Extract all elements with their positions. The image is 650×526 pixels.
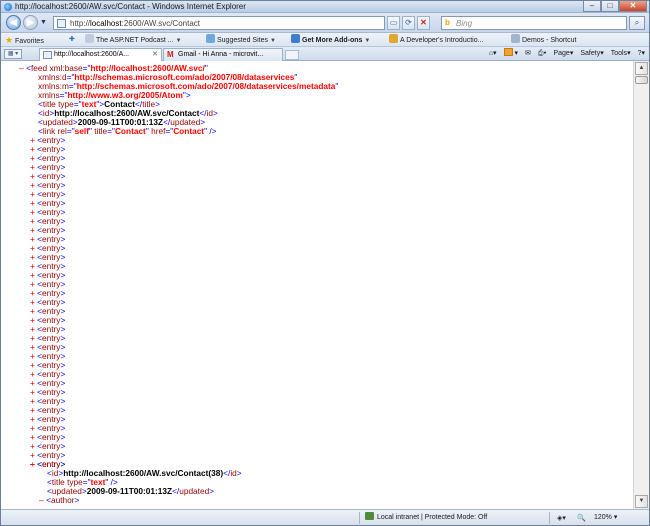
zoom-page-icon[interactable]: 🔍 xyxy=(577,511,586,526)
address-tools: ▭ ⟳ ✕ xyxy=(387,16,430,30)
safety-menu[interactable]: Safety▾ xyxy=(580,48,603,60)
search-placeholder: Bing xyxy=(456,19,473,28)
zoom-level[interactable]: 120% ▾ xyxy=(594,510,617,525)
podcast-icon xyxy=(85,34,94,43)
protected-mode-icon[interactable]: ◈▾ xyxy=(557,511,566,526)
quick-tabs-icon[interactable]: ▦ ▾ xyxy=(4,49,22,59)
scroll-up-icon[interactable]: ▲ xyxy=(635,62,648,75)
search-field[interactable]: b Bing xyxy=(441,16,627,30)
favorite-item-suggested-sites[interactable]: Suggested Sites ▼ xyxy=(206,34,276,46)
tools-menu[interactable]: Tools▾ xyxy=(611,48,631,60)
maximize-button[interactable]: □ xyxy=(601,1,619,12)
scroll-down-icon[interactable]: ▼ xyxy=(635,495,648,508)
vertical-scrollbar[interactable]: ▲ ▼ xyxy=(633,61,649,509)
status-divider xyxy=(549,512,550,524)
collapse-toggle[interactable]: – xyxy=(39,496,44,505)
close-button[interactable]: ✕ xyxy=(619,1,647,12)
add-favorites-icon[interactable]: ✚ xyxy=(69,34,75,46)
favorite-item-asp-net-podcast[interactable]: The ASP.NET Podcast ... ▼ xyxy=(85,34,182,46)
security-zone[interactable]: Local intranet | Protected Mode: Off xyxy=(365,510,487,525)
favorite-item-demos-shortcut[interactable]: Demos - Shortcut xyxy=(511,34,576,46)
close-tab-icon[interactable]: ✕ xyxy=(152,49,158,61)
collapse-toggle[interactable]: – xyxy=(30,460,35,469)
page-menu[interactable]: Page▾ xyxy=(553,48,573,60)
addons-icon xyxy=(291,34,300,43)
minimize-button[interactable]: – xyxy=(583,1,601,12)
command-bar: ⌂▾ ▾ ✉ ⎙▾ Page▾ Safety▾ Tools▾ ?▾ xyxy=(489,48,645,60)
bing-icon: b xyxy=(445,18,450,27)
stop-icon[interactable]: ✕ xyxy=(417,16,430,30)
favorite-item-get-more-addons[interactable]: Get More Add-ons ▼ xyxy=(291,34,370,46)
local-intranet-icon xyxy=(365,512,374,520)
tab-gmail[interactable]: M Gmail - Hi Anna - microvit... xyxy=(163,48,283,61)
home-icon[interactable]: ⌂▾ xyxy=(489,48,497,60)
page-content: – <feed xml:base="http://localhost:2600/… xyxy=(1,61,633,509)
suggested-sites-icon xyxy=(206,34,215,43)
ie-logo-icon xyxy=(4,3,12,11)
entry-author-tag: – <author> xyxy=(39,495,80,506)
title-bar: http://localhost:2600/AW.svc/Contact - W… xyxy=(1,1,649,13)
address-text: http://localhost:2600/AW.svc/Contact xyxy=(70,19,200,28)
favorites-button[interactable]: ★ Favorites xyxy=(5,34,44,46)
browser-window: http://localhost:2600/AW.svc/Contact - W… xyxy=(0,0,650,526)
favorite-item-developers-intro[interactable]: A Developer's Introductio... xyxy=(389,34,483,46)
window-title: http://localhost:2600/AW.svc/Contact - W… xyxy=(15,2,246,11)
window-controls: – □ ✕ xyxy=(583,1,647,12)
search-button[interactable]: ⌕ xyxy=(629,16,645,30)
collapse-toggle[interactable]: – xyxy=(19,64,24,73)
scroll-thumb[interactable] xyxy=(635,76,648,84)
tab-bar: ▦ ▾ http://localhost:2600/A... ✕ M Gmail… xyxy=(1,47,649,61)
feeds-icon[interactable]: ▾ xyxy=(503,48,518,60)
status-divider xyxy=(359,512,360,524)
read-mail-icon[interactable]: ✉ xyxy=(525,48,531,60)
address-field[interactable]: http://localhost:2600/AW.svc/Contact xyxy=(53,16,385,30)
favorites-bar: ★ Favorites ✚ The ASP.NET Podcast ... ▼ S… xyxy=(1,33,649,47)
refresh-icon[interactable]: ⟳ xyxy=(402,16,415,30)
tab-localhost[interactable]: http://localhost:2600/A... ✕ xyxy=(39,48,162,61)
back-button[interactable]: ◀ xyxy=(6,15,21,30)
recent-pages-dropdown-icon[interactable]: ▼ xyxy=(40,19,47,26)
status-bar: Local intranet | Protected Mode: Off ◈▾ … xyxy=(1,509,649,525)
favorites-star-icon: ★ xyxy=(5,35,14,45)
compatibility-view-icon[interactable]: ▭ xyxy=(387,16,400,30)
help-icon[interactable]: ?▾ xyxy=(638,48,645,60)
page-icon xyxy=(511,34,520,43)
address-toolbar: ◀ ▶ ▼ http://localhost:2600/AW.svc/Conta… xyxy=(1,13,649,33)
forward-button[interactable]: ▶ xyxy=(23,15,38,30)
page-icon xyxy=(389,34,398,43)
page-icon xyxy=(43,51,52,59)
page-icon xyxy=(57,19,66,28)
print-icon[interactable]: ⎙▾ xyxy=(538,48,547,60)
gmail-icon: M xyxy=(167,50,174,59)
new-tab-button[interactable] xyxy=(285,50,299,60)
